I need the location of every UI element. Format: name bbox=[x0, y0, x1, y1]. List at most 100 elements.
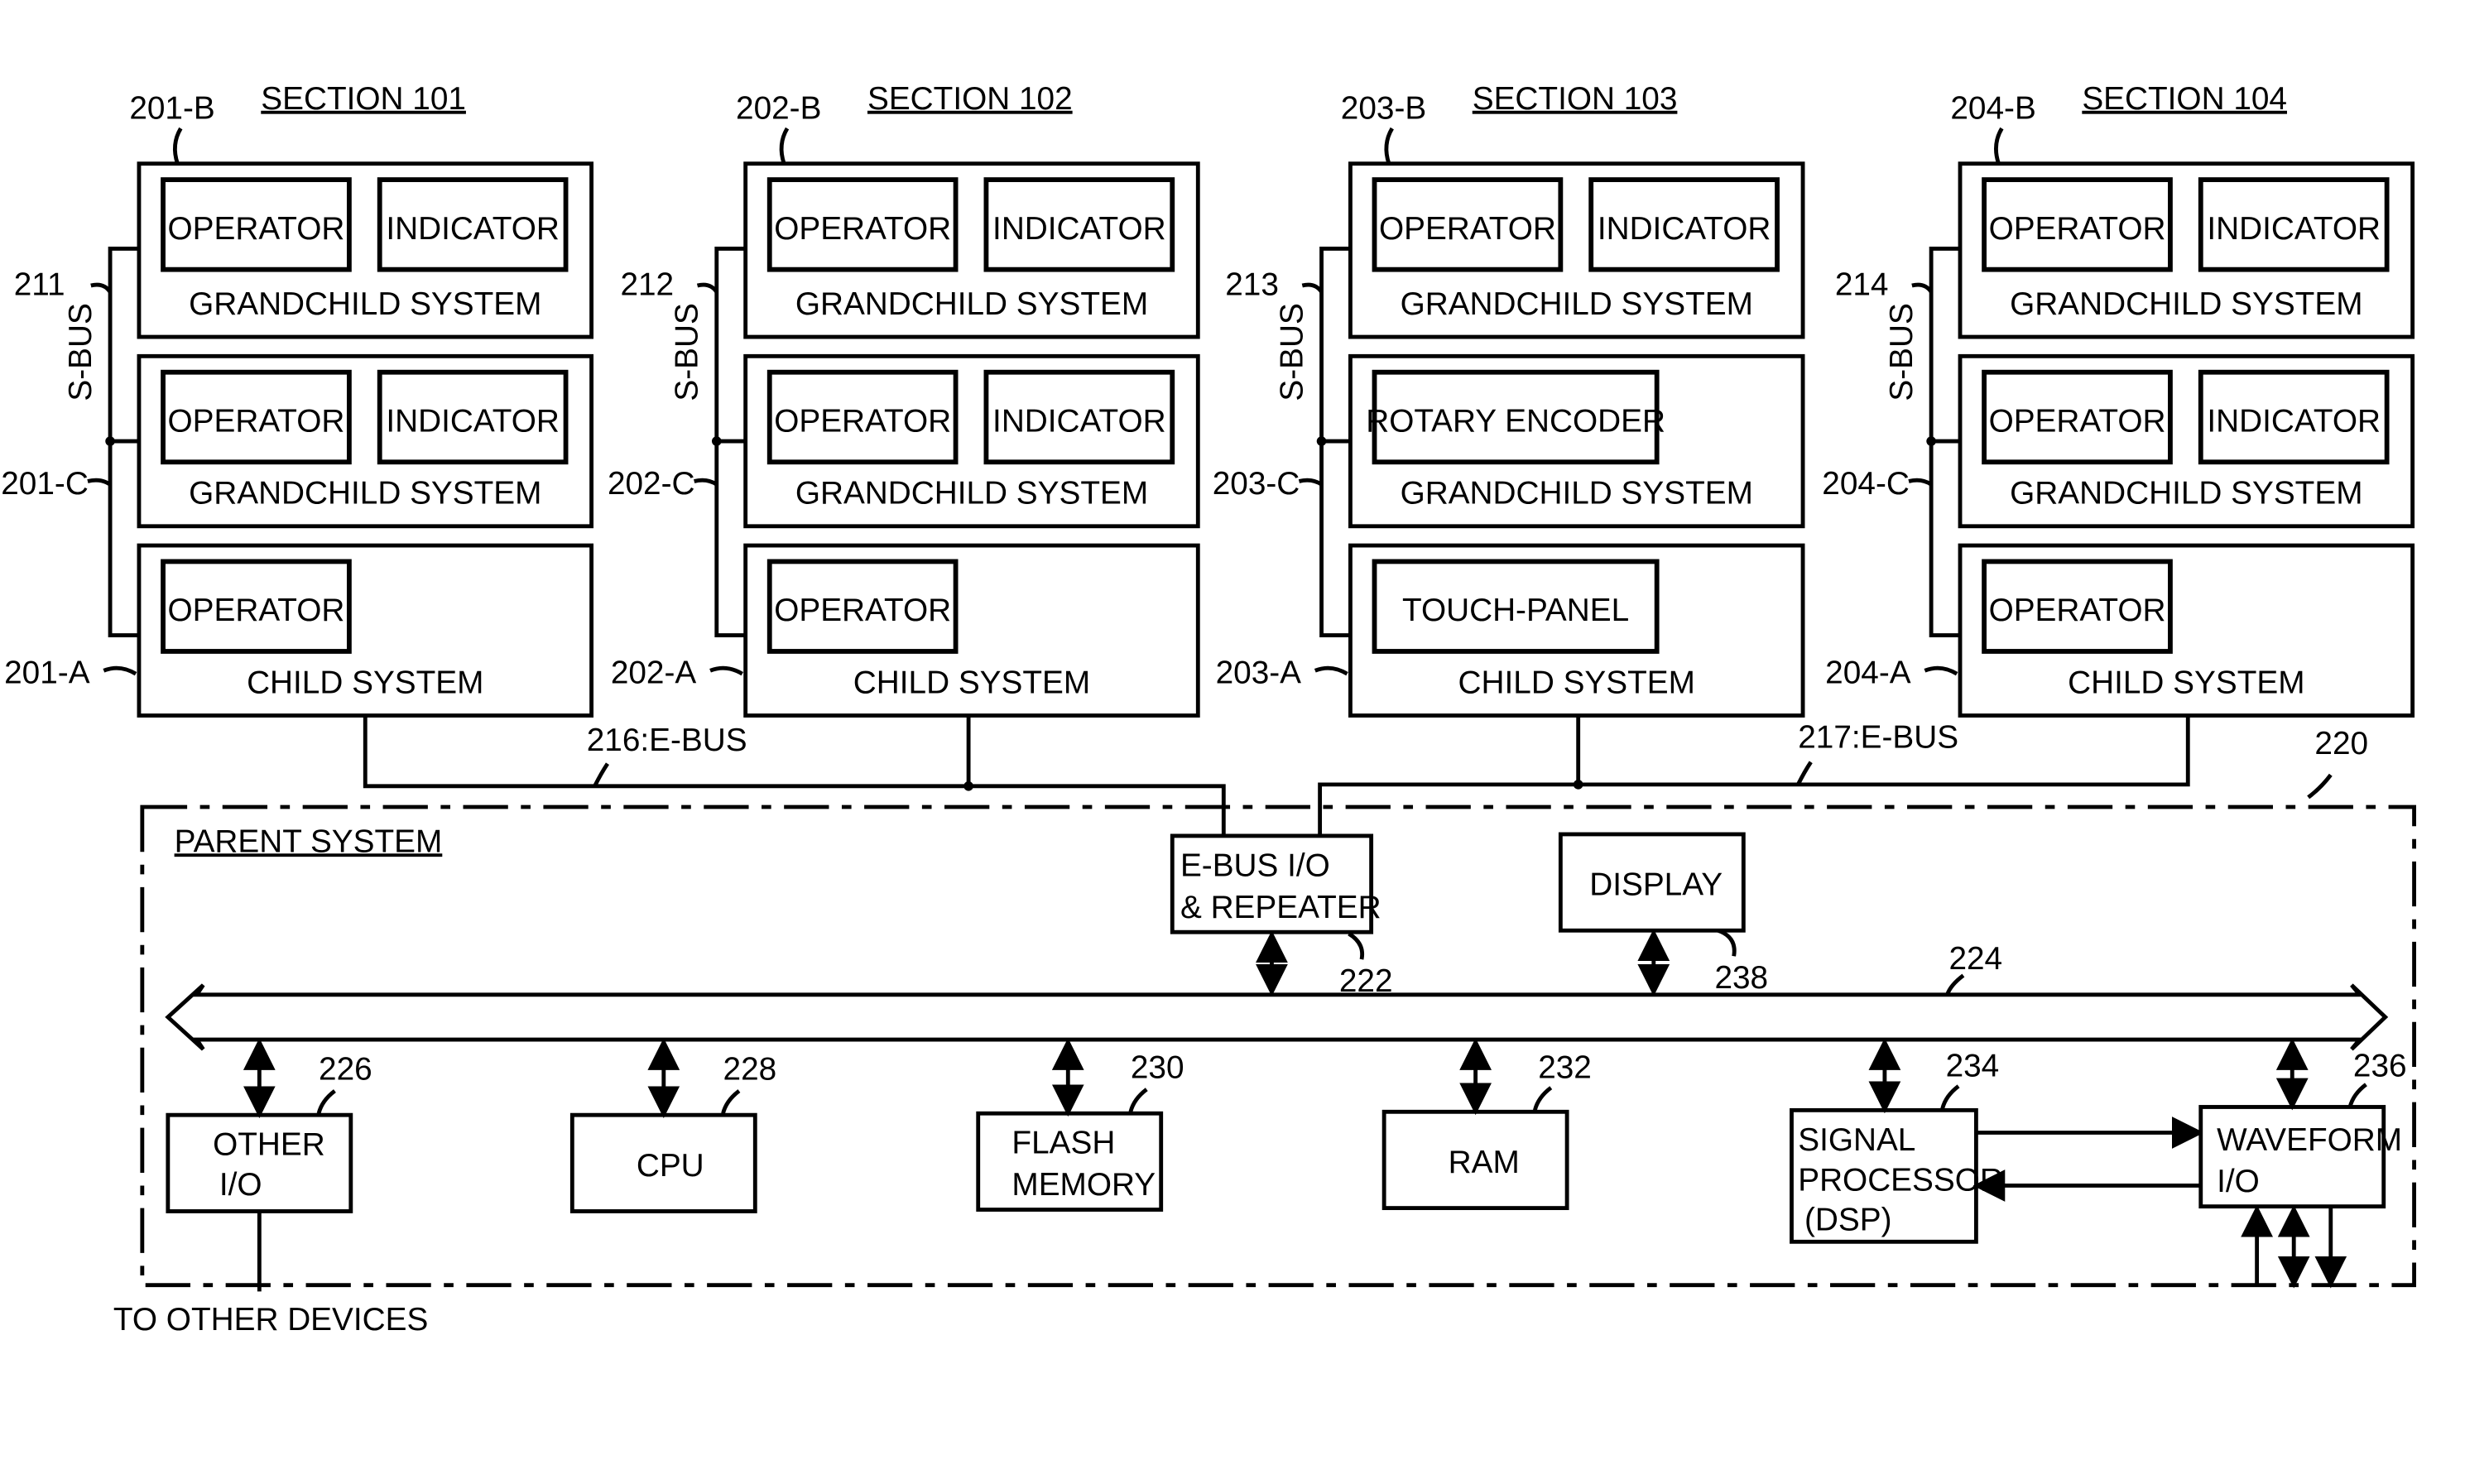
bus-ref: 211 bbox=[14, 267, 65, 303]
grandchild-system: OPERATOR INDICATOR GRANDCHILD SYSTEM bbox=[137, 161, 594, 339]
system-label: GRANDCHILD SYSTEM bbox=[1401, 286, 1753, 322]
e-bus-217-label: 217:E-BUS bbox=[1798, 719, 1958, 755]
component-label: OPERATOR bbox=[168, 593, 345, 628]
grandchild-system: OPERATOR INDICATOR GRANDCHILD SYSTEM bbox=[1348, 161, 1805, 339]
ref-b: 202-B bbox=[736, 90, 821, 126]
section-3: SECTION 103 203-B S-BUS213 203-C 203-A OPERAT… bbox=[1213, 81, 1805, 718]
grandchild-system: OPERATOR INDICATOR GRANDCHILD SYSTEM bbox=[137, 353, 594, 529]
system-label: CHILD SYSTEM bbox=[853, 665, 1090, 700]
child-system: OPERATOR CHILD SYSTEM bbox=[1958, 543, 2415, 718]
ram-ref: 232 bbox=[1538, 1050, 1592, 1086]
system-label: GRANDCHILD SYSTEM bbox=[2010, 476, 2362, 511]
system-label: CHILD SYSTEM bbox=[2068, 665, 2304, 700]
section-title: SECTION 103 bbox=[1473, 81, 1678, 117]
grandchild-system: OPERATOR INDICATOR GRANDCHILD SYSTEM bbox=[743, 161, 1200, 339]
dsp-ref: 234 bbox=[1946, 1049, 2000, 1084]
indicator-label: INDICATOR bbox=[386, 211, 560, 247]
operator-label: OPERATOR bbox=[1989, 211, 2166, 247]
grandchild-system: OPERATOR INDICATOR GRANDCHILD SYSTEM bbox=[743, 353, 1200, 529]
section-title: SECTION 101 bbox=[261, 81, 466, 117]
s-bus-label: S-BUS bbox=[63, 303, 99, 401]
waveform-line2: I/O bbox=[2217, 1164, 2260, 1199]
system-label: CHILD SYSTEM bbox=[247, 665, 483, 700]
system-label: GRANDCHILD SYSTEM bbox=[795, 286, 1148, 322]
system-label: GRANDCHILD SYSTEM bbox=[189, 286, 541, 322]
display-label: DISPLAY bbox=[1589, 867, 1723, 903]
bus-ref: 212 bbox=[620, 267, 674, 303]
indicator-label: INDICATOR bbox=[386, 403, 560, 439]
section-title: SECTION 104 bbox=[2082, 81, 2287, 117]
ref-c: 204-C bbox=[1822, 466, 1910, 502]
other-io-ref: 226 bbox=[319, 1052, 372, 1088]
ref-a: 204-A bbox=[1825, 656, 1911, 691]
waveform-line1: WAVEFORM bbox=[2217, 1122, 2402, 1158]
ref-a: 203-A bbox=[1216, 656, 1302, 691]
cpu-label: CPU bbox=[637, 1148, 704, 1184]
cpu-ref: 228 bbox=[723, 1052, 777, 1088]
component-label: OPERATOR bbox=[774, 593, 951, 628]
ref-c: 201-C bbox=[1, 466, 89, 502]
system-bus-224 bbox=[165, 983, 2389, 1051]
system-label: GRANDCHILD SYSTEM bbox=[189, 476, 541, 511]
waveform-ref: 236 bbox=[2353, 1049, 2407, 1084]
operator-label: OPERATOR bbox=[168, 211, 345, 247]
grandchild-system: ROTARY ENCODER GRANDCHILD SYSTEM bbox=[1348, 353, 1805, 529]
indicator-label: INDICATOR bbox=[2207, 211, 2381, 247]
to-other-devices-label: TO OTHER DEVICES bbox=[113, 1302, 428, 1338]
operator-label: OPERATOR bbox=[774, 211, 951, 247]
s-bus-label: S-BUS bbox=[1884, 303, 1920, 401]
ram-label: RAM bbox=[1449, 1145, 1520, 1180]
e-bus-216-label: 216:E-BUS bbox=[587, 723, 747, 758]
operator-label: OPERATOR bbox=[1989, 403, 2166, 439]
ebus-io-line2: & REPEATER bbox=[1180, 890, 1381, 925]
ref-b: 201-B bbox=[129, 90, 214, 126]
child-system: TOUCH-PANEL CHILD SYSTEM bbox=[1348, 543, 1805, 718]
flash-line2: MEMORY bbox=[1011, 1167, 1156, 1203]
grandchild-system: OPERATOR INDICATOR GRANDCHILD SYSTEM bbox=[1958, 353, 2415, 529]
s-bus-label: S-BUS bbox=[670, 303, 705, 401]
operator-label: OPERATOR bbox=[1379, 211, 1556, 247]
operator-label: OPERATOR bbox=[168, 403, 345, 439]
indicator-label: INDICATOR bbox=[2207, 403, 2381, 439]
ref-c: 202-C bbox=[608, 466, 695, 502]
component-label: OPERATOR bbox=[1989, 593, 2166, 628]
ref-c: 203-C bbox=[1213, 466, 1300, 502]
bus-ref: 213 bbox=[1225, 267, 1279, 303]
dsp-line3: (DSP) bbox=[1804, 1203, 1891, 1238]
parent-ref: 220 bbox=[2314, 726, 2368, 761]
child-system: OPERATOR CHILD SYSTEM bbox=[743, 543, 1200, 718]
system-label: GRANDCHILD SYSTEM bbox=[1401, 476, 1753, 511]
system-label: GRANDCHILD SYSTEM bbox=[2010, 286, 2362, 322]
other-io-line2: I/O bbox=[219, 1167, 262, 1203]
indicator-label: INDICATOR bbox=[1598, 211, 1771, 247]
parent-system: PARENT SYSTEM 220 224 E-BUS I/O & REPEAT… bbox=[113, 726, 2417, 1338]
section-1: SECTION 101 201-B S-BUS211 201-C 201-A OPERAT… bbox=[1, 81, 594, 718]
section-title: SECTION 102 bbox=[867, 81, 1073, 117]
indicator-label: INDICATOR bbox=[992, 211, 1166, 247]
bus-ref: 214 bbox=[1835, 267, 1889, 303]
section-4: SECTION 104 204-B S-BUS214 204-C 204-A OPERAT… bbox=[1822, 81, 2415, 718]
indicator-label: INDICATOR bbox=[992, 403, 1166, 439]
ebus-io-ref: 222 bbox=[1339, 963, 1393, 999]
ref-a: 201-A bbox=[4, 656, 90, 691]
system-label: GRANDCHILD SYSTEM bbox=[795, 476, 1148, 511]
flash-line1: FLASH bbox=[1011, 1126, 1115, 1161]
parent-system-title: PARENT SYSTEM bbox=[175, 824, 443, 859]
bus-ref: 224 bbox=[1948, 941, 2002, 977]
block-diagram: SECTION 101201-BS-BUS211201-C201-AOPERAT… bbox=[1, 81, 2417, 1338]
grandchild-system: OPERATOR INDICATOR GRANDCHILD SYSTEM bbox=[1958, 161, 2415, 339]
display-ref: 238 bbox=[1714, 960, 1768, 996]
ebus-io-line1: E-BUS I/O bbox=[1180, 848, 1330, 883]
section-2: SECTION 102 202-B S-BUS212 202-C 202-A OPERAT… bbox=[608, 81, 1200, 718]
e-bus-216: 216:E-BUS bbox=[363, 715, 1226, 834]
operator-label: OPERATOR bbox=[774, 403, 951, 439]
component-label: TOUCH-PANEL bbox=[1402, 593, 1629, 628]
ref-b: 203-B bbox=[1341, 90, 1426, 126]
s-bus-label: S-BUS bbox=[1274, 303, 1309, 401]
dsp-line2: PROCESSOR bbox=[1798, 1162, 2003, 1198]
system-label: CHILD SYSTEM bbox=[1458, 665, 1695, 700]
ref-a: 202-A bbox=[611, 656, 697, 691]
e-bus-217: 217:E-BUS bbox=[1318, 715, 2190, 834]
child-system: OPERATOR CHILD SYSTEM bbox=[137, 543, 594, 718]
other-io-line1: OTHER bbox=[213, 1127, 325, 1163]
